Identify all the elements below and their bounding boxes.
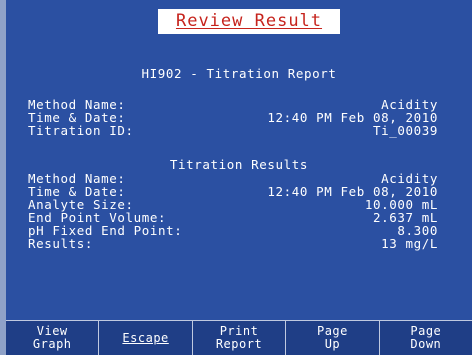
row-label: Titration ID: bbox=[28, 123, 134, 138]
softkey-label-line2: Report bbox=[215, 337, 263, 351]
softkey-label-line2: Graph bbox=[32, 337, 72, 351]
print-report-button[interactable]: Print Report bbox=[192, 320, 287, 355]
titrator-screen: Review Result HI902 - Titration Report M… bbox=[0, 0, 472, 355]
page-up-button[interactable]: Page Up bbox=[286, 320, 380, 355]
view-graph-button[interactable]: View Graph bbox=[6, 320, 100, 355]
screen-title: Review Result bbox=[158, 9, 340, 34]
row-label: Results: bbox=[28, 236, 94, 251]
results-section-title: Titration Results bbox=[169, 157, 309, 172]
softkey-label-line2: Up bbox=[324, 337, 341, 351]
row-value: Ti_00039 bbox=[372, 123, 438, 138]
row-value: 13 mg/L bbox=[381, 236, 438, 251]
softkey-bar: View Graph Escape Print Report Page Up P… bbox=[6, 320, 472, 355]
report-row-titration-id: Titration ID: Ti_00039 bbox=[28, 124, 438, 138]
results-row-results: Results: 13 mg/L bbox=[28, 237, 438, 251]
escape-button[interactable]: Escape bbox=[99, 320, 193, 355]
page-down-button[interactable]: Page Down bbox=[379, 320, 472, 355]
report-title: HI902 - Titration Report bbox=[141, 66, 337, 81]
softkey-label-line1: Escape bbox=[122, 330, 169, 345]
softkey-label-line2: Down bbox=[410, 337, 442, 351]
